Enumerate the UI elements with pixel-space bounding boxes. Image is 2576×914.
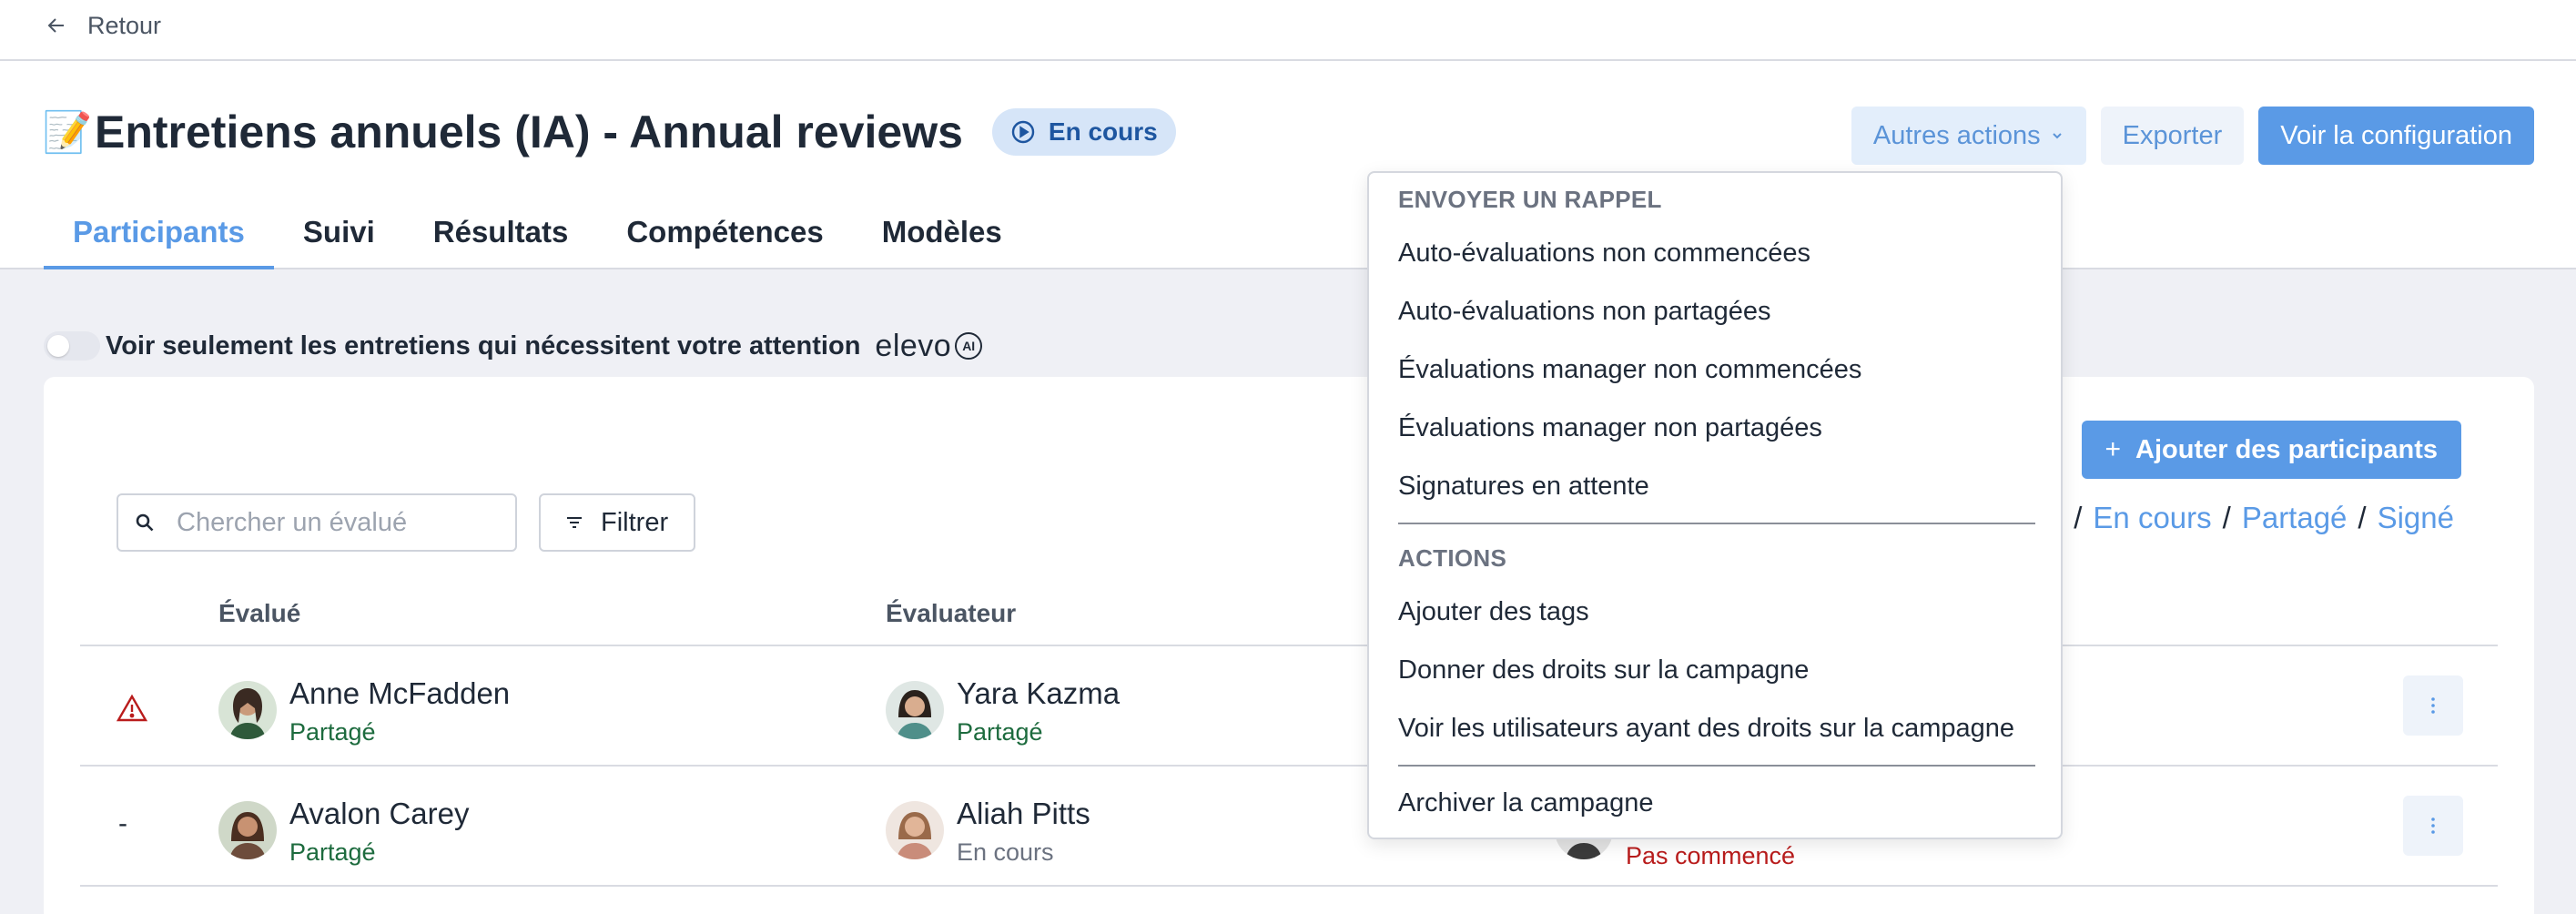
evaluator-name[interactable]: Yara Kazma bbox=[957, 674, 1120, 714]
filter-label: Filtrer bbox=[601, 507, 669, 537]
filter-button[interactable]: Filtrer bbox=[539, 493, 695, 552]
status-link-signe[interactable]: Signé bbox=[2378, 501, 2454, 535]
evaluator-status: Partagé bbox=[957, 718, 1043, 746]
tab-modeles[interactable]: Modèles bbox=[853, 206, 1031, 269]
plus-icon: + bbox=[2104, 434, 2122, 464]
table-row[interactable]: Anne McFadden Partagé Yara Kazma Partagé bbox=[80, 648, 2498, 767]
table-row[interactable]: - Avalon Carey Partagé Aliah Pitts En co… bbox=[80, 768, 2498, 887]
tab-participants[interactable]: Participants bbox=[44, 206, 274, 269]
elevo-wordmark: elevo bbox=[875, 328, 952, 363]
menu-divider bbox=[1398, 523, 2035, 524]
other-actions-button[interactable]: Autres actions bbox=[1851, 107, 2086, 165]
evaluator-status: En cours bbox=[957, 838, 1054, 866]
evaluee-name[interactable]: Anne McFadden bbox=[289, 674, 510, 714]
add-participants-button[interactable]: + Ajouter des participants bbox=[2081, 421, 2461, 479]
evaluee-name[interactable]: Avalon Carey bbox=[289, 794, 470, 834]
chevron-down-icon bbox=[2052, 133, 2062, 139]
menu-item-pending-signatures[interactable]: Signatures en attente bbox=[1398, 472, 1649, 502]
status-filter-links: / En cours / Partagé / Signé bbox=[2074, 501, 2454, 535]
evaluee-cell: Avalon Carey Partagé bbox=[218, 794, 470, 870]
menu-item-add-tags[interactable]: Ajouter des tags bbox=[1398, 597, 1589, 627]
menu-item-archive-campaign[interactable]: Archiver la campagne bbox=[1398, 788, 1653, 818]
table-header: Évalué Évaluateur bbox=[80, 590, 2498, 646]
tab-resultats[interactable]: Résultats bbox=[404, 206, 598, 269]
menu-item-grant-rights[interactable]: Donner des droits sur la campagne bbox=[1398, 655, 1809, 686]
memo-icon: 📝 bbox=[42, 110, 93, 155]
avatar bbox=[218, 801, 277, 859]
menu-section-reminder: ENVOYER UN RAPPEL bbox=[1398, 186, 1662, 213]
other-actions-menu: ENVOYER UN RAPPEL Auto-évaluations non c… bbox=[1367, 171, 2063, 839]
avatar bbox=[218, 681, 277, 739]
page-title: Entretiens annuels (IA) - Annual reviews bbox=[95, 107, 963, 157]
separator: / bbox=[2074, 501, 2083, 534]
view-config-button[interactable]: Voir la configuration bbox=[2258, 107, 2534, 165]
row-actions-button[interactable] bbox=[2403, 796, 2463, 856]
search-input[interactable] bbox=[177, 507, 468, 538]
attention-toggle[interactable] bbox=[44, 331, 100, 361]
search-box bbox=[117, 493, 517, 552]
header-actions: Autres actions Exporter Voir la configur… bbox=[1851, 107, 2534, 165]
row-actions-button[interactable] bbox=[2403, 675, 2463, 736]
attention-filter-row: Voir seulement les entretiens qui nécess… bbox=[44, 328, 983, 364]
ai-badge: AI bbox=[955, 332, 983, 360]
column-header-evaluator[interactable]: Évaluateur bbox=[886, 599, 1016, 628]
status-badge-label: En cours bbox=[1048, 117, 1158, 146]
tabs: Participants Suivi Résultats Compétences… bbox=[44, 206, 1031, 269]
more-vertical-icon bbox=[2431, 697, 2435, 714]
export-button[interactable]: Exporter bbox=[2100, 107, 2245, 165]
page-header: 📝 Entretiens annuels (IA) - Annual revie… bbox=[0, 61, 2576, 269]
menu-divider bbox=[1398, 765, 2035, 767]
other-actions-label: Autres actions bbox=[1872, 120, 2041, 150]
back-label: Retour bbox=[87, 11, 162, 39]
menu-item-self-eval-not-shared[interactable]: Auto-évaluations non partagées bbox=[1398, 297, 1771, 327]
third-status: Pas commencé bbox=[1626, 842, 1796, 869]
participants-card: + Ajouter des participants Filtrer / En … bbox=[44, 377, 2534, 914]
warning-icon bbox=[117, 694, 147, 722]
status-link-partage[interactable]: Partagé bbox=[2242, 501, 2348, 535]
top-bar: Retour bbox=[0, 0, 2576, 61]
play-circle-icon bbox=[1011, 120, 1035, 144]
add-participants-label: Ajouter des participants bbox=[2135, 434, 2438, 464]
evaluee-status: Partagé bbox=[289, 718, 376, 746]
status-link-en-cours[interactable]: En cours bbox=[2093, 501, 2211, 535]
status-badge: En cours bbox=[991, 108, 1176, 156]
menu-item-manager-eval-not-started[interactable]: Évaluations manager non commencées bbox=[1398, 355, 1861, 385]
row-flag: - bbox=[118, 808, 127, 838]
evaluator-cell: Aliah Pitts En cours bbox=[886, 794, 1090, 870]
separator: / bbox=[2222, 501, 2231, 534]
tab-suivi[interactable]: Suivi bbox=[274, 206, 404, 269]
menu-item-manager-eval-not-shared[interactable]: Évaluations manager non partagées bbox=[1398, 413, 1822, 443]
arrow-left-icon bbox=[47, 18, 64, 33]
filter-icon bbox=[567, 517, 582, 528]
evaluator-name[interactable]: Aliah Pitts bbox=[957, 794, 1090, 834]
menu-item-self-eval-not-started[interactable]: Auto-évaluations non commencées bbox=[1398, 239, 1810, 269]
more-vertical-icon bbox=[2431, 818, 2435, 834]
avatar bbox=[886, 681, 944, 739]
attention-toggle-label: Voir seulement les entretiens qui nécess… bbox=[106, 330, 861, 361]
evaluee-status: Partagé bbox=[289, 838, 376, 866]
tab-competences[interactable]: Compétences bbox=[597, 206, 852, 269]
column-header-evaluee[interactable]: Évalué bbox=[218, 599, 300, 628]
menu-section-actions: ACTIONS bbox=[1398, 544, 1507, 572]
menu-item-view-users-with-rights[interactable]: Voir les utilisateurs ayant des droits s… bbox=[1398, 714, 2014, 744]
separator: / bbox=[2358, 501, 2367, 534]
search-icon bbox=[136, 513, 154, 532]
elevo-ai-logo: elevo AI bbox=[875, 328, 983, 364]
title-row: 📝 Entretiens annuels (IA) - Annual revie… bbox=[42, 105, 1176, 159]
avatar bbox=[886, 801, 944, 859]
evaluator-cell: Yara Kazma Partagé bbox=[886, 674, 1120, 750]
evaluee-cell: Anne McFadden Partagé bbox=[218, 674, 510, 750]
back-link[interactable]: Retour bbox=[46, 9, 161, 42]
